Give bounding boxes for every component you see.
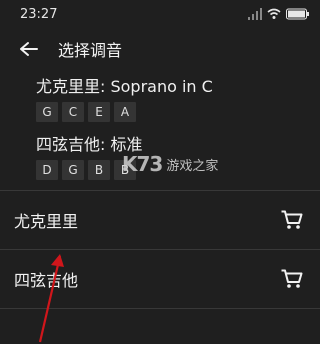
status-time: 23:27 [20, 6, 58, 22]
tuning-notes: G C E A [36, 102, 306, 122]
tuning-option[interactable]: 尤克里里: Soprano in C G C E A [36, 76, 306, 122]
battery-icon [286, 8, 309, 20]
note-chip: G [62, 160, 84, 180]
tuning-selection-screen: 23:27 选择调音 尤克里里: Soprano in C G C E A 四弦… [0, 0, 320, 344]
note-chip: C [62, 102, 84, 122]
status-bar: 23:27 [0, 0, 320, 28]
page-title: 选择调音 [58, 41, 123, 60]
watermark-text: 游戏之家 [166, 158, 219, 174]
instrument-label: 尤克里里 [14, 212, 79, 231]
back-arrow-icon [20, 42, 38, 56]
note-chip: A [114, 102, 136, 122]
top-app-bar: 选择调音 [0, 28, 320, 70]
shopping-cart-icon [281, 269, 303, 288]
shopping-cart-button[interactable] [278, 265, 306, 293]
watermark: K73 游戏之家 [122, 152, 218, 176]
annotation-arrow-icon [38, 254, 64, 343]
tuning-name: 尤克里里: Soprano in C [36, 77, 213, 96]
note-chip: D [36, 160, 58, 180]
shopping-cart-button[interactable] [278, 206, 306, 234]
shopping-cart-icon [281, 210, 303, 229]
back-button[interactable] [16, 36, 42, 62]
wifi-icon [267, 8, 281, 19]
instrument-row-ukulele[interactable]: 尤克里里 [0, 191, 320, 249]
note-chip: B [88, 160, 110, 180]
note-chip: E [88, 102, 110, 122]
status-icons [248, 8, 310, 20]
signal-icon [248, 8, 262, 20]
watermark-logo: K73 [122, 152, 163, 176]
note-chip: G [36, 102, 58, 122]
